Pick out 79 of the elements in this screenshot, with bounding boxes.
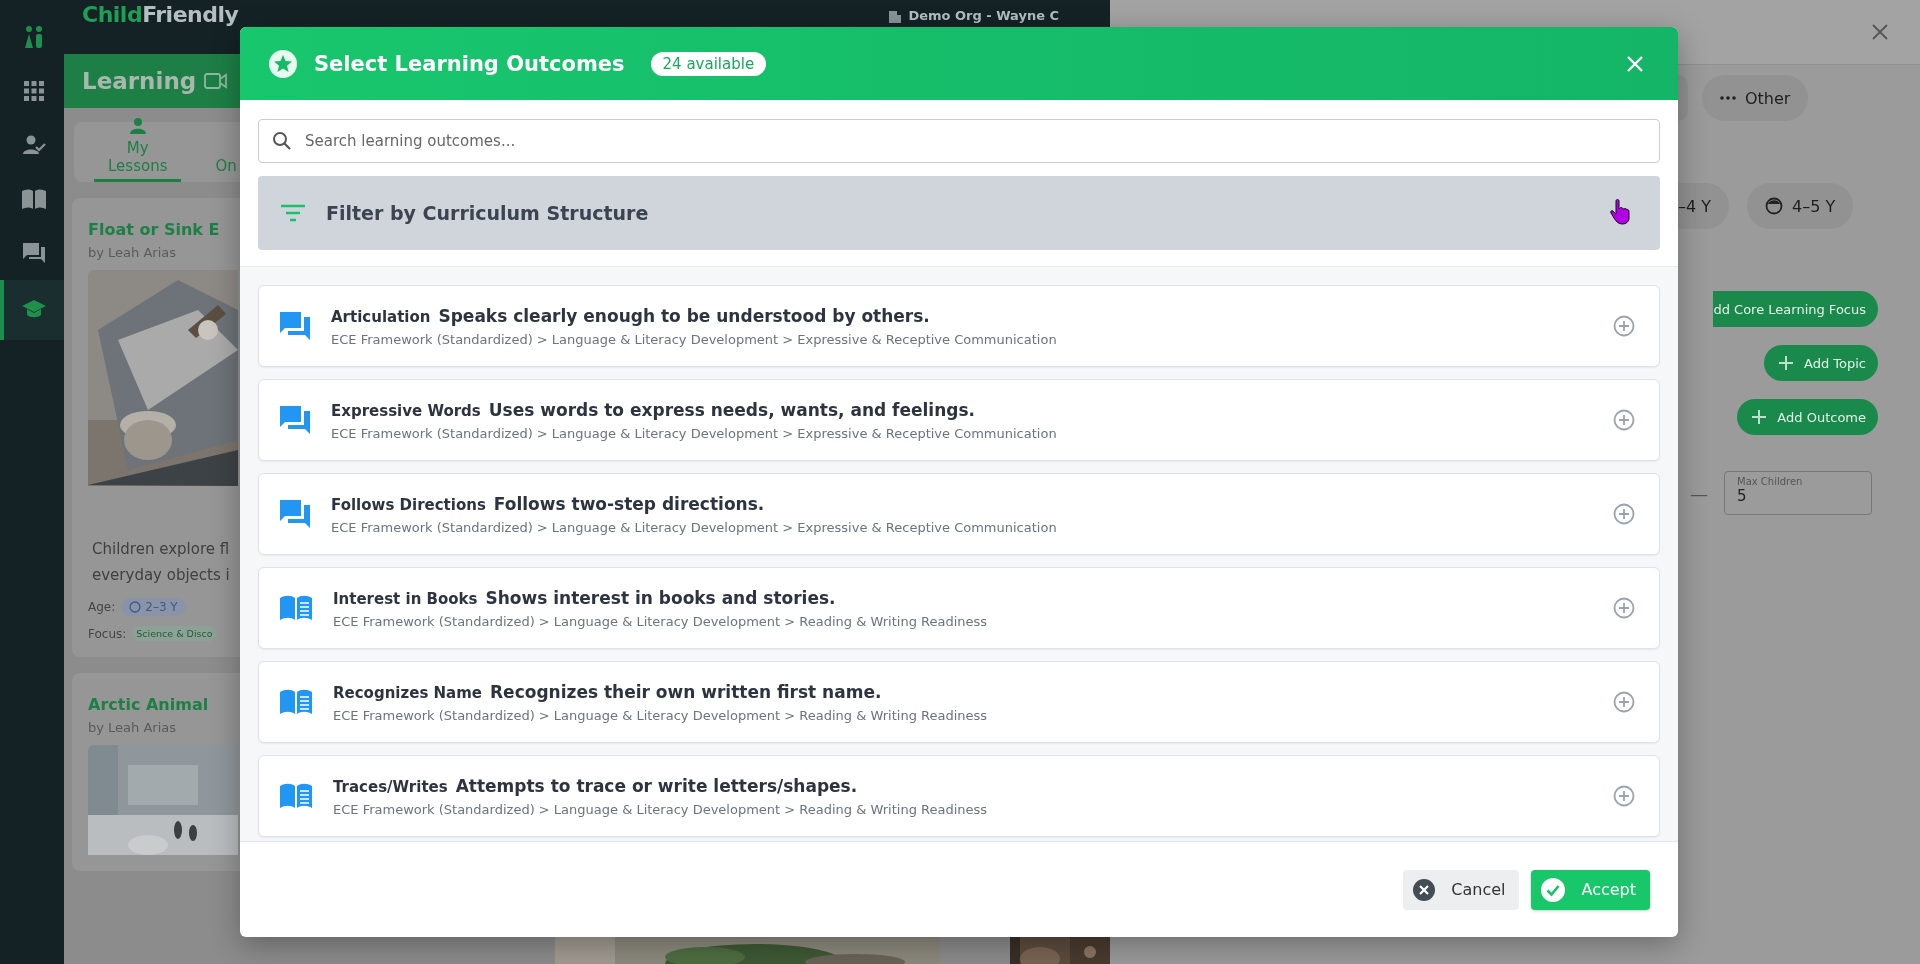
more-icon (1720, 96, 1736, 100)
add-icon[interactable] (1613, 503, 1635, 525)
chat-icon (279, 311, 311, 341)
add-icon[interactable] (1613, 315, 1635, 337)
outcome-path: ECE Framework (Standardized) > Language & Literacy Development > Reading & Writing Readiness (333, 801, 989, 817)
lesson-author: by Leah Arias (88, 720, 178, 735)
outcome-path: ECE Framework (Standardized) > Language & Literacy Development > Reading & Writing Readiness (333, 707, 989, 723)
outcome-name: Interest in Books (333, 589, 478, 608)
add-button[interactable]: Add Topic (1764, 345, 1878, 381)
face-icon (129, 601, 142, 613)
outcome-item[interactable]: Articulation Speaks clearly enough to be understood by others. ECE Framework (Standardized) > Language & Literacy Development > Expressive & Receptive Communication (258, 285, 1660, 367)
person-check-icon (22, 134, 46, 156)
search-field[interactable]: Search learning outcomes... (258, 119, 1660, 163)
chat-icon (279, 405, 311, 435)
organization-label: Demo Org - Wayne C (888, 8, 1060, 23)
outcome-name: Recognizes Name (333, 683, 482, 702)
book-icon (279, 689, 313, 715)
add-icon[interactable] (1613, 597, 1635, 619)
outcome-item[interactable]: Expressive Words Uses words to express needs, wants, and feelings. ECE Framework (Standardized) > Language & Literacy Development > Expressive & Receptive Communication (258, 379, 1660, 461)
video-help-icon (204, 71, 229, 91)
book-icon (279, 783, 313, 809)
outcome-path: ECE Framework (Standardized) > Language & Literacy Development > Expressive & Receptive Communication (331, 331, 1058, 347)
age-chip: 2–3 Y (121, 598, 186, 616)
age-chip[interactable]: –4 Y (1678, 183, 1730, 229)
page-title: Learning (82, 68, 197, 94)
lesson-title: Arctic Animal (88, 695, 210, 714)
outcome-name: Articulation (331, 307, 431, 326)
filter-icon (280, 203, 306, 223)
book-icon (21, 188, 47, 210)
filter-panel-header[interactable]: Filter by Curriculum Structure (258, 176, 1660, 250)
close-icon[interactable] (1872, 24, 1888, 40)
add-icon[interactable] (1613, 785, 1635, 807)
outcome-item[interactable]: Follows Directions Follows two-step directions. ECE Framework (Standardized) > Language & Literacy Development > Expressive & Receptive Communication (258, 473, 1660, 555)
focus-label: Focus: (88, 626, 127, 641)
lesson-description: Children explore fl everyday objects i (92, 539, 231, 586)
outcome-name: Traces/Writes (333, 777, 448, 796)
outcome-item[interactable]: Interest in Books Shows interest in books and stories. ECE Framework (Standardized) > Language & Literacy Development > Reading & Writing Readiness (258, 567, 1660, 649)
outcome-description: Attempts to trace or write letters/shapes. (455, 775, 858, 796)
outcome-item[interactable]: Traces/Writes Attempts to trace or write letters/shapes. ECE Framework (Standardized) > Language & Literacy Development > Reading & Writing Readiness (258, 755, 1660, 837)
other-chip[interactable]: Other (1702, 75, 1809, 121)
outcome-path: ECE Framework (Standardized) > Language & Literacy Development > Reading & Writing Readiness (333, 613, 989, 629)
face-icon (1765, 197, 1784, 215)
age-chip[interactable]: 4–5 Y (1747, 183, 1854, 229)
range-separator: — (1690, 482, 1708, 504)
outcome-description: Shows interest in books and stories. (485, 587, 836, 608)
lesson-title: Float or Sink E (88, 220, 221, 239)
add-icon[interactable] (1613, 409, 1635, 431)
sidebar-item[interactable] (0, 280, 64, 340)
outcome-name: Follows Directions (331, 495, 486, 514)
outcome-description: Recognizes their own written first name. (490, 681, 882, 702)
app-logo: ChildFriendly (82, 4, 239, 26)
chat-icon (22, 242, 46, 264)
age-label: Age: (88, 600, 116, 614)
outcome-description: Follows two-step directions. (493, 493, 765, 514)
chat-icon (279, 499, 311, 529)
check-circle-icon (1541, 877, 1566, 902)
book-icon (279, 595, 313, 621)
grid-icon (23, 80, 45, 102)
add-icon[interactable] (1613, 691, 1635, 713)
outcome-description: Speaks clearly enough to be understood by others. (438, 305, 930, 326)
outcome-path: ECE Framework (Standardized) > Language & Literacy Development > Expressive & Receptive Communication (331, 425, 1058, 441)
add-button[interactable]: Add Outcome (1737, 399, 1878, 435)
person-icon (128, 117, 147, 135)
outcome-name: Expressive Words (331, 401, 481, 420)
outcome-description: Uses words to express needs, wants, and feelings. (488, 399, 976, 420)
pointer-cursor-icon (1610, 199, 1630, 225)
outcome-path: ECE Framework (Standardized) > Language & Literacy Development > Expressive & Receptive Communication (331, 519, 1058, 535)
outcome-item[interactable]: Recognizes Name Recognizes their own written first name. ECE Framework (Standardized) > Language & Literacy Development > Reading & Writing Readiness (258, 661, 1660, 743)
lesson-author: by Leah Arias (88, 245, 178, 260)
focus-tag: Science & Disco (132, 626, 217, 641)
close-circle-icon (1413, 878, 1436, 901)
count-badge: 24 available (650, 51, 767, 76)
plus-icon (1778, 355, 1794, 371)
cancel-button[interactable]: Cancel (1403, 869, 1520, 910)
building-icon (888, 8, 903, 23)
add-button[interactable]: dd Core Learning Focus (1713, 291, 1878, 327)
plus-icon (1751, 409, 1768, 425)
max-children-field[interactable]: Max Children 5 (1724, 471, 1872, 515)
dialog-title: Select Learning Outcomes (314, 51, 625, 76)
